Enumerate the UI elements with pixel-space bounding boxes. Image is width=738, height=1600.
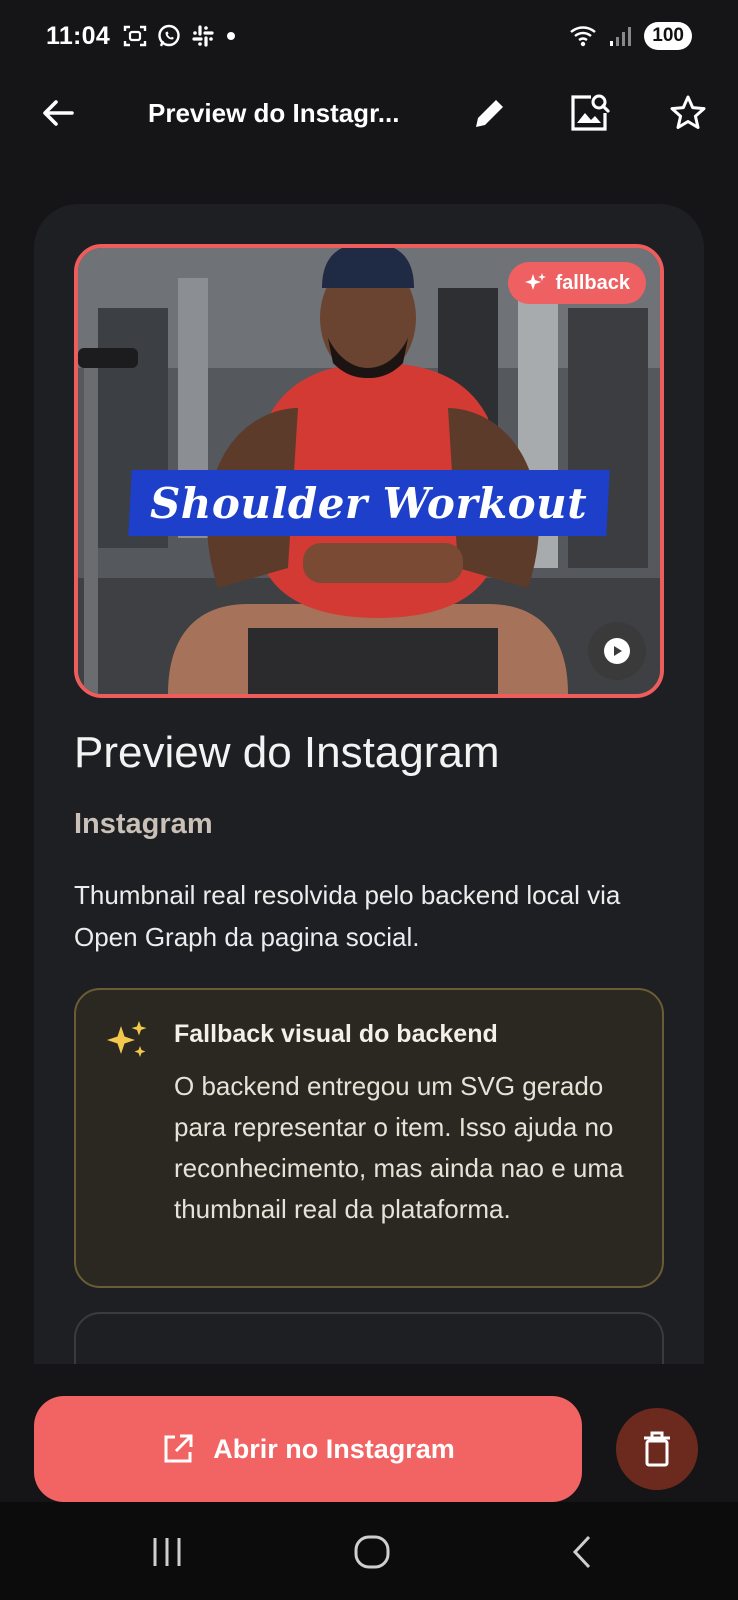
status-left: 11:04: [46, 22, 238, 51]
favorite-button[interactable]: [660, 85, 716, 141]
whatsapp-icon: [158, 24, 180, 47]
wifi-icon: [570, 26, 597, 47]
arrow-left-icon: [43, 100, 74, 126]
app-bar: Preview do Instagr...: [0, 72, 738, 154]
back-button[interactable]: [30, 85, 86, 141]
status-bar: 11:04 100: [0, 0, 738, 72]
play-button[interactable]: [588, 622, 646, 680]
slack-icon: [192, 25, 214, 47]
nav-back-button[interactable]: [552, 1524, 612, 1580]
notification-icons: [122, 23, 238, 49]
sparkle-icon: [524, 273, 546, 290]
fallback-notice: Fallback visual do backend O backend ent…: [74, 988, 664, 1288]
signal-icon: [610, 27, 632, 46]
system-nav-bar: [0, 1502, 738, 1600]
app-bar-title: Preview do Instagr...: [148, 97, 400, 128]
platform-label: Instagram: [74, 808, 213, 840]
status-right: 100: [568, 22, 692, 50]
pencil-icon: [476, 97, 506, 127]
edit-button[interactable]: [462, 85, 518, 141]
image-search-button[interactable]: [561, 85, 617, 141]
notice-body: O backend entregou um SVG gerado para re…: [174, 1071, 624, 1224]
preview-title: Preview do Instagram: [74, 728, 500, 777]
recent-apps-icon: [153, 1538, 181, 1566]
trash-icon: [644, 1431, 670, 1467]
open-in-instagram-button[interactable]: Abrir no Instagram: [34, 1396, 582, 1502]
next-section-card: [74, 1312, 664, 1364]
fallback-chip-label: fallback: [555, 271, 630, 294]
notice-title: Fallback visual do backend: [174, 1020, 498, 1048]
battery-level: 100: [644, 22, 692, 50]
preview-description: Thumbnail real resolvida pelo backend lo…: [74, 880, 621, 952]
status-time: 11:04: [46, 21, 111, 50]
preview-card: Shoulder Workout fallback Preview do Ins…: [34, 204, 704, 1364]
play-icon: [604, 638, 630, 664]
recent-apps-button[interactable]: [137, 1524, 197, 1580]
dot-icon: [227, 32, 236, 40]
screenshot-icon: [123, 25, 147, 47]
open-external-icon: [164, 1434, 193, 1463]
home-button[interactable]: [342, 1524, 402, 1580]
image-search-icon: [571, 94, 610, 131]
chevron-left-icon: [572, 1535, 591, 1569]
title-overlay-banner: Shoulder Workout: [128, 470, 610, 536]
sparkle-icon: [107, 1021, 147, 1057]
home-icon: [354, 1535, 390, 1569]
delete-button[interactable]: [616, 1408, 698, 1490]
open-button-label: Abrir no Instagram: [213, 1433, 455, 1464]
title-overlay-text: Shoulder Workout: [150, 478, 588, 528]
thumbnail[interactable]: Shoulder Workout fallback: [74, 244, 664, 698]
fallback-chip: fallback: [507, 262, 646, 304]
star-outline-icon: [670, 95, 706, 129]
